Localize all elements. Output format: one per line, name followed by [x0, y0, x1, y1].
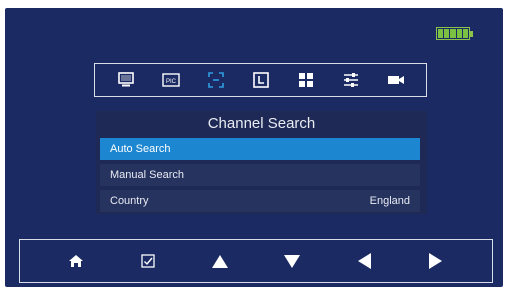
menu-item-country[interactable]: Country England: [100, 190, 420, 212]
mode-toolbar: PIC: [94, 63, 427, 97]
camera-icon[interactable]: [387, 71, 405, 89]
battery-icon: [436, 27, 470, 40]
grid-icon[interactable]: [297, 71, 315, 89]
checkbox-icon[interactable]: [136, 249, 160, 273]
panel-title: Channel Search: [207, 115, 316, 132]
timer-icon[interactable]: [252, 71, 270, 89]
monitor-icon[interactable]: [117, 71, 135, 89]
channel-search-panel: Channel Search Auto Search Manual Search…: [96, 111, 427, 214]
menu-item-auto-search[interactable]: Auto Search: [100, 138, 420, 160]
home-icon[interactable]: [64, 249, 88, 273]
pic-icon[interactable]: PIC: [161, 71, 180, 89]
up-arrow-icon[interactable]: [208, 249, 232, 273]
menu-list: Auto Search Manual Search Country Englan…: [100, 138, 420, 216]
navigation-bar: [19, 239, 493, 283]
sliders-icon[interactable]: [342, 71, 360, 89]
menu-item-manual-search[interactable]: Manual Search: [100, 164, 420, 186]
menu-item-value: England: [369, 195, 410, 207]
menu-item-label: Country: [110, 195, 149, 207]
right-arrow-icon[interactable]: [424, 249, 448, 273]
crop-icon[interactable]: [207, 71, 225, 89]
battery-tip: [470, 31, 473, 37]
menu-item-label: Auto Search: [110, 143, 171, 155]
pic-label: PIC: [165, 79, 176, 85]
down-arrow-icon[interactable]: [280, 249, 304, 273]
menu-item-label: Manual Search: [110, 169, 184, 181]
left-arrow-icon[interactable]: [352, 249, 376, 273]
